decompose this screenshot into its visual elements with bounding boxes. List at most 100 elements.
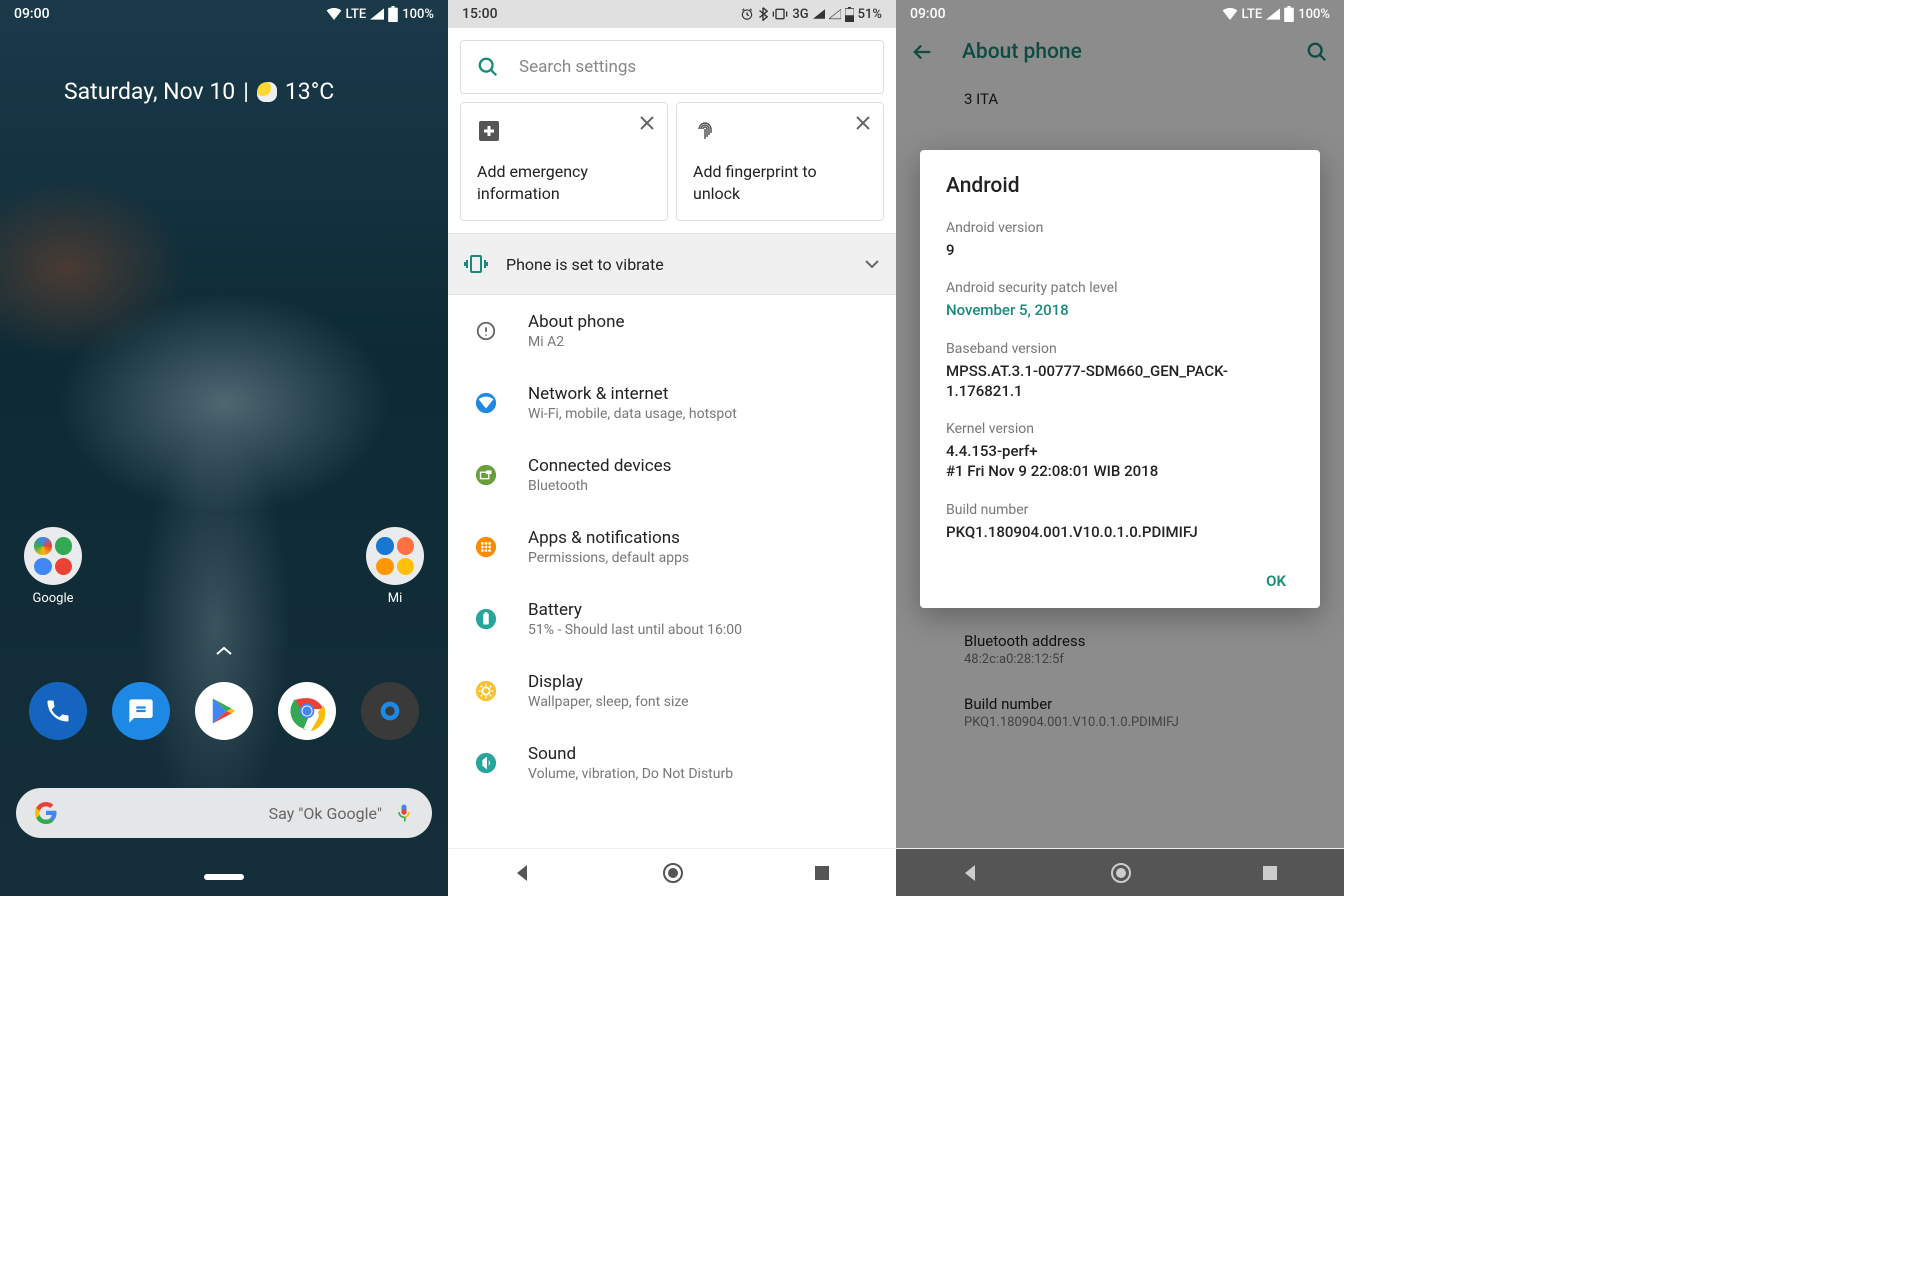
status-time: 09:00 — [14, 6, 50, 22]
search-hint: Say "Ok Google" — [58, 804, 382, 823]
close-icon[interactable] — [855, 115, 871, 131]
chrome-app[interactable] — [278, 682, 336, 740]
item-title: Network & internet — [528, 384, 737, 404]
back-arrow-icon[interactable] — [912, 41, 934, 63]
folder-row: Google Mi — [0, 527, 448, 606]
item-subtitle: Volume, vibration, Do Not Disturb — [528, 766, 733, 782]
nav-back-icon[interactable] — [961, 863, 981, 883]
suggestion-cards: Add emergency information Add fingerprin… — [448, 102, 896, 233]
settings-item[interactable]: Battery 51% - Should last until about 16… — [448, 583, 896, 655]
app-drawer-arrow[interactable] — [216, 646, 232, 656]
item-subtitle: Wi-Fi, mobile, data usage, hotspot — [528, 406, 737, 422]
dialog-label: Baseband version — [946, 341, 1294, 357]
dialog-item: Baseband version MPSS.AT.3.1-00777-SDM66… — [946, 341, 1294, 402]
banner-text: Phone is set to vibrate — [506, 255, 846, 274]
list-item: Build numberPKQ1.180904.001.V10.0.1.0.PD… — [916, 681, 1324, 744]
google-logo-icon — [34, 801, 58, 825]
dialog-value: November 5, 2018 — [946, 300, 1294, 320]
battery-icon — [388, 6, 398, 22]
battery-icon — [845, 7, 854, 22]
folder-label: Mi — [388, 591, 403, 606]
settings-item[interactable]: Apps & notifications Permissions, defaul… — [448, 511, 896, 583]
navigation-bar — [896, 848, 1344, 896]
folder-mi[interactable]: Mi — [366, 527, 424, 606]
item-subtitle: Bluetooth — [528, 478, 671, 494]
settings-item[interactable]: About phone Mi A2 — [448, 295, 896, 367]
status-time: 15:00 — [462, 6, 498, 22]
status-right: LTE 100% — [326, 6, 434, 22]
signal-icon-2 — [829, 8, 841, 20]
status-right: 3G 51% — [740, 7, 882, 22]
mic-icon[interactable] — [394, 803, 414, 823]
nav-back-icon[interactable] — [513, 863, 533, 883]
battery-label: 100% — [1298, 7, 1330, 22]
chevron-down-icon[interactable] — [864, 259, 880, 269]
nav-home-icon[interactable] — [662, 862, 684, 884]
weather-widget[interactable]: Saturday, Nov 10 | 13°C — [0, 28, 448, 105]
nav-recent-icon[interactable] — [813, 864, 831, 882]
dialog-value: MPSS.AT.3.1-00777-SDM660_GEN_PACK-1.1768… — [946, 361, 1294, 402]
vibrate-banner[interactable]: Phone is set to vibrate — [448, 233, 896, 295]
item-title: Apps & notifications — [528, 528, 689, 548]
vibrate-icon — [464, 252, 488, 276]
card-title: Add emergency information — [477, 161, 651, 204]
status-bar: 09:00 LTE 100% — [0, 0, 448, 28]
android-version-dialog: Android Android version 9Android securit… — [920, 150, 1320, 608]
nav-recent-icon[interactable] — [1261, 864, 1279, 882]
battery-icon — [1284, 6, 1294, 22]
item-icon — [466, 743, 506, 783]
settings-item[interactable]: Connected devices Bluetooth — [448, 439, 896, 511]
messages-app[interactable] — [112, 682, 170, 740]
item-subtitle: Mi A2 — [528, 334, 625, 350]
vibrate-icon — [772, 8, 788, 20]
dock — [0, 682, 448, 740]
close-icon[interactable] — [639, 115, 655, 131]
card-fingerprint[interactable]: Add fingerprint to unlock — [676, 102, 884, 221]
signal-icon — [813, 8, 825, 20]
search-icon[interactable] — [1306, 41, 1328, 63]
network-label: 3G — [792, 7, 808, 22]
camera-app[interactable] — [361, 682, 419, 740]
ok-button[interactable]: OK — [946, 562, 1294, 594]
status-bar: 15:00 3G 51% — [448, 0, 896, 28]
dialog-item: Kernel version 4.4.153-perf+ #1 Fri Nov … — [946, 421, 1294, 482]
folder-google[interactable]: Google — [24, 527, 82, 606]
google-search-bar[interactable]: Say "Ok Google" — [16, 788, 432, 838]
settings-item[interactable]: Sound Volume, vibration, Do Not Disturb — [448, 727, 896, 799]
network-label: LTE — [1242, 7, 1263, 22]
battery-label: 51% — [858, 7, 882, 22]
folder-icon — [24, 527, 82, 585]
play-store-app[interactable] — [195, 682, 253, 740]
card-emergency[interactable]: Add emergency information — [460, 102, 668, 221]
search-placeholder: Search settings — [519, 57, 636, 77]
list-item: 3 ITA — [916, 76, 1324, 122]
list-item: Bluetooth address48:2c:a0:28:12:5f — [916, 618, 1324, 681]
about-header: About phone — [896, 28, 1344, 76]
weather-temp: 13°C — [285, 78, 334, 105]
network-label: LTE — [346, 7, 367, 22]
status-right: LTE 100% — [1222, 6, 1330, 22]
weather-date: Saturday, Nov 10 — [64, 78, 235, 105]
battery-label: 100% — [402, 7, 434, 22]
dialog-title: Android — [946, 174, 1294, 198]
card-title: Add fingerprint to unlock — [693, 161, 867, 204]
home-indicator[interactable] — [204, 874, 244, 880]
settings-item[interactable]: Network & internet Wi-Fi, mobile, data u… — [448, 367, 896, 439]
item-icon — [466, 671, 506, 711]
nav-home-icon[interactable] — [1110, 862, 1132, 884]
phone-app[interactable] — [29, 682, 87, 740]
wifi-icon — [326, 8, 342, 20]
item-title: Connected devices — [528, 456, 671, 476]
home-screen: 09:00 LTE 100% Saturday, Nov 10 | 13°C G… — [0, 0, 448, 896]
settings-item[interactable]: Display Wallpaper, sleep, font size — [448, 655, 896, 727]
folder-icon — [366, 527, 424, 585]
dialog-item: Android version 9 — [946, 220, 1294, 260]
item-icon — [466, 311, 506, 351]
search-settings[interactable]: Search settings — [460, 40, 884, 94]
dialog-value: 4.4.153-perf+ #1 Fri Nov 9 22:08:01 WIB … — [946, 441, 1294, 482]
dialog-value: 9 — [946, 240, 1294, 260]
status-time: 09:00 — [910, 6, 946, 22]
search-icon — [477, 56, 499, 78]
status-bar: 09:00 LTE 100% — [896, 0, 1344, 28]
item-icon — [466, 599, 506, 639]
